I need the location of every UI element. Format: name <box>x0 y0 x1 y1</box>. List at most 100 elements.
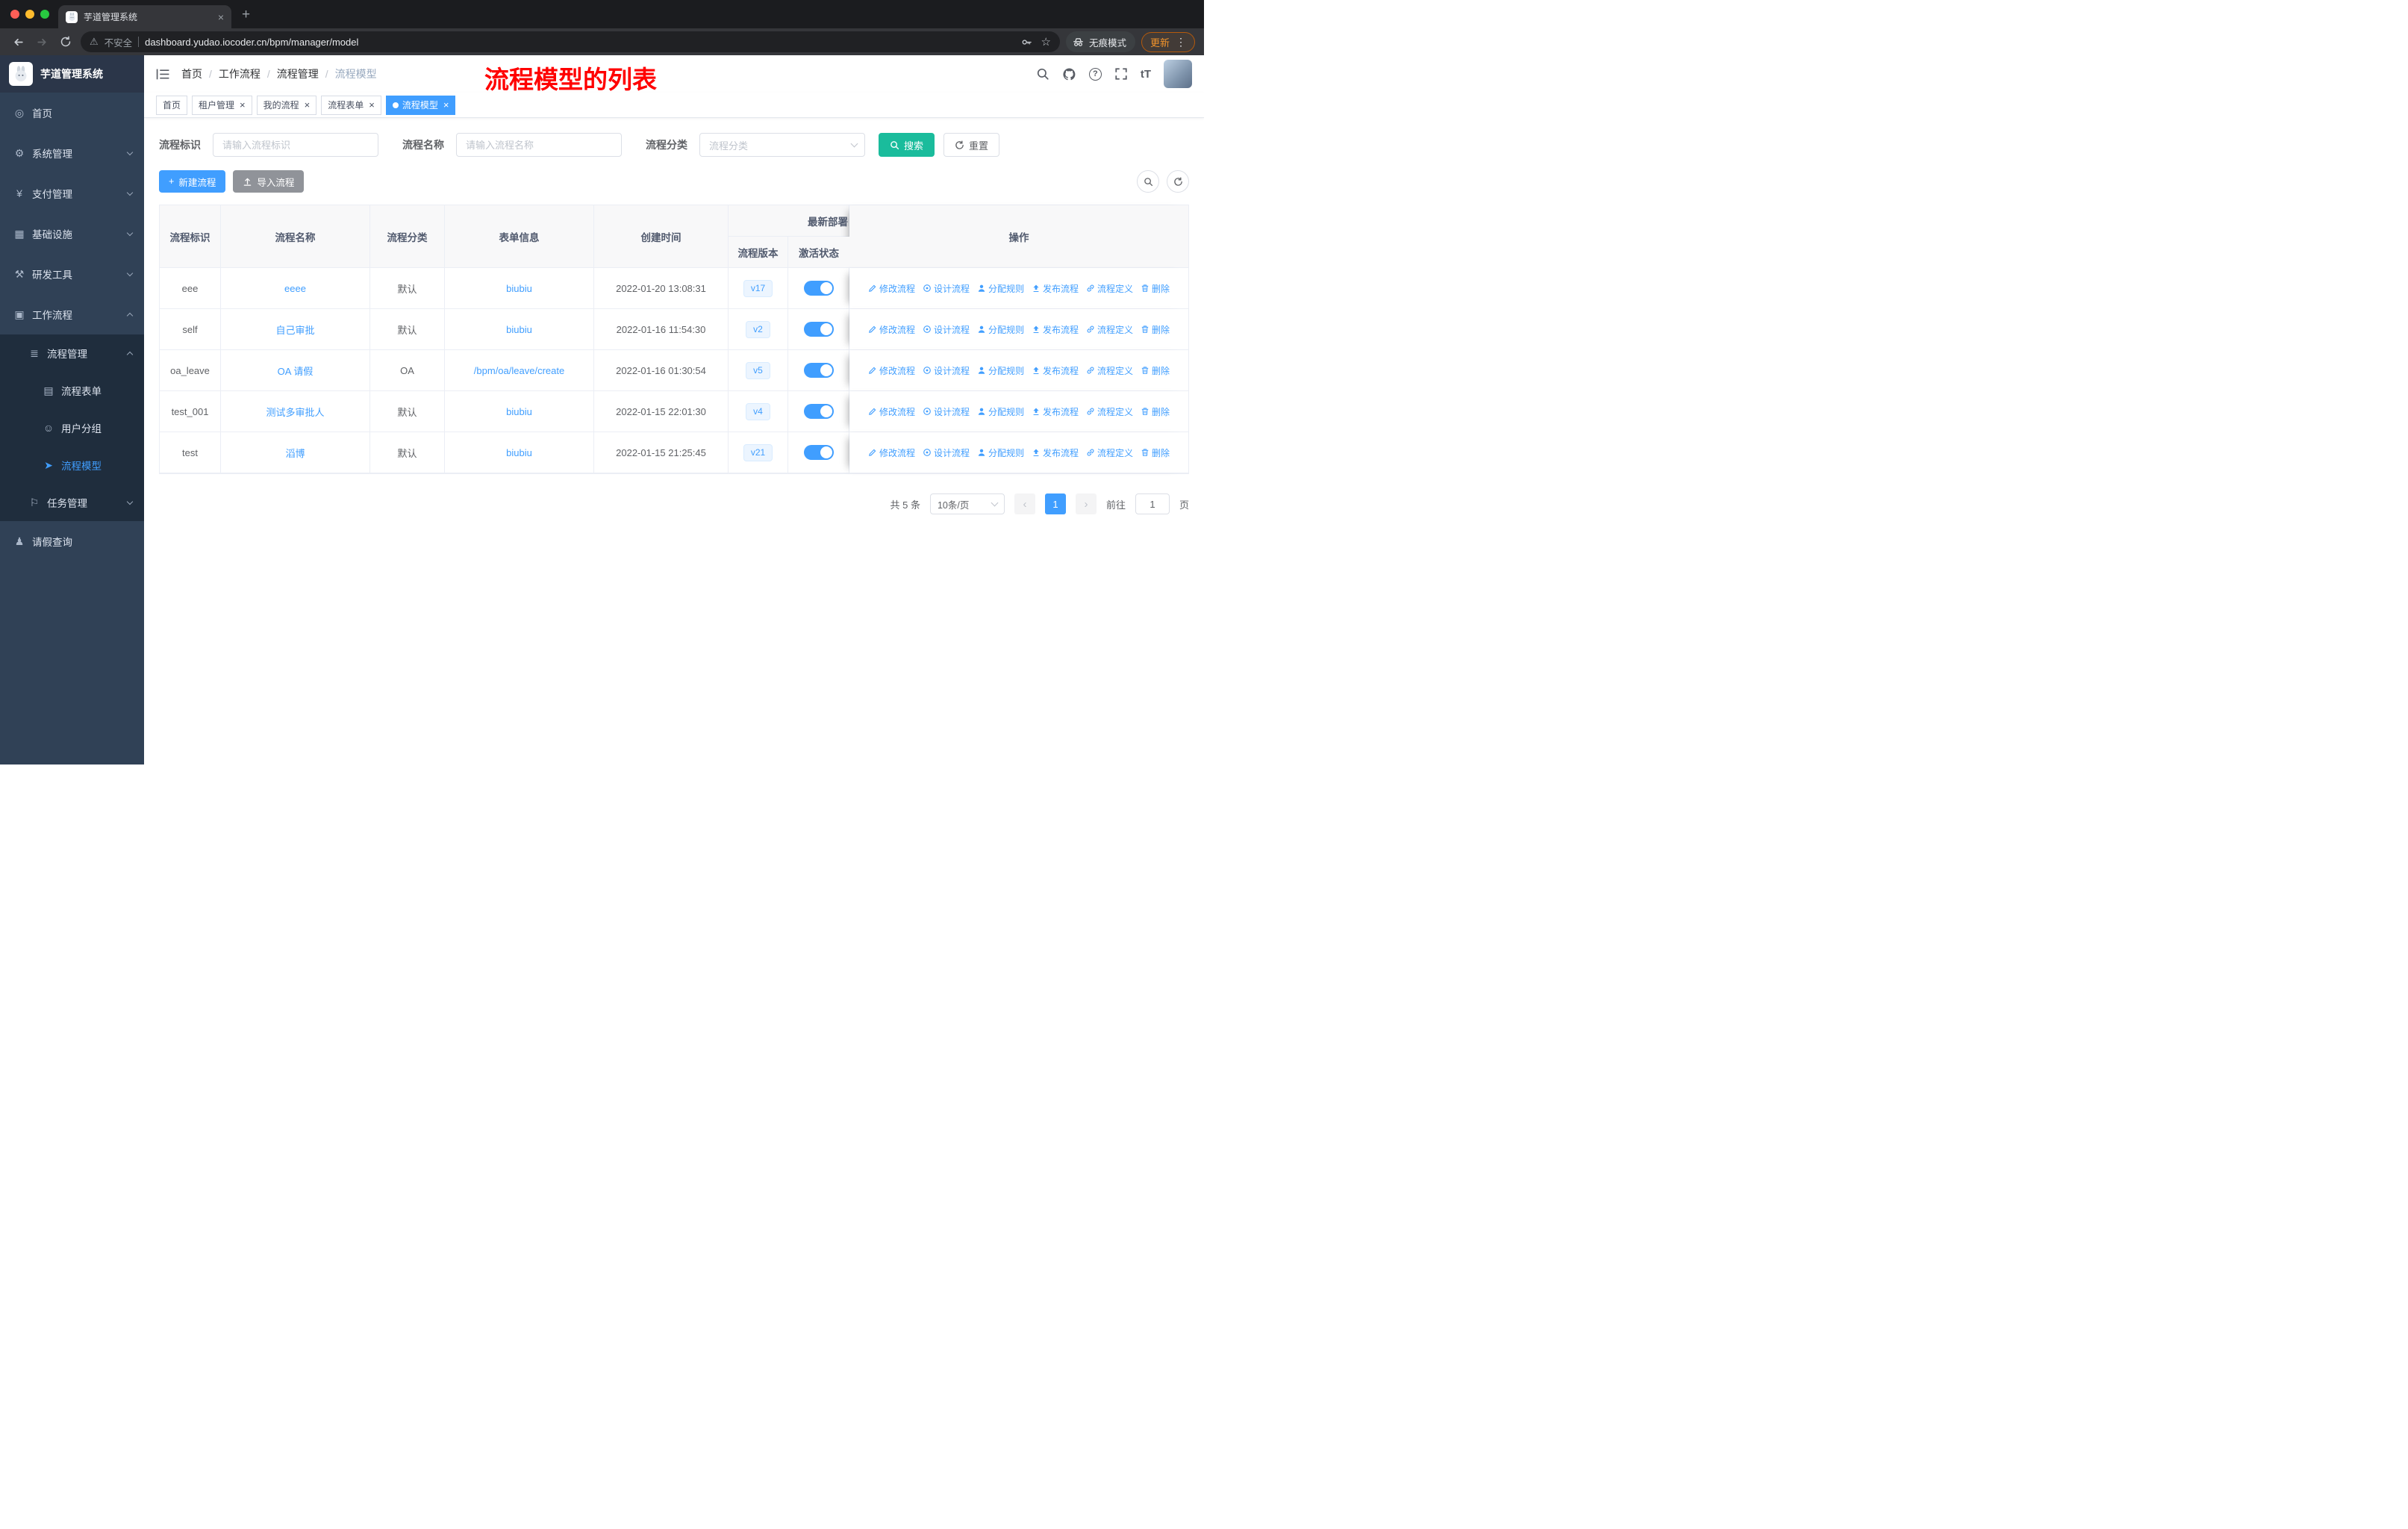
search-button[interactable]: 搜索 <box>879 133 935 157</box>
breadcrumb-item[interactable]: 流程管理 <box>277 66 319 81</box>
reset-button[interactable]: 重置 <box>943 133 1000 157</box>
import-process-button[interactable]: 导入流程 <box>233 170 305 193</box>
tab-close-icon[interactable]: × <box>218 12 224 22</box>
active-status-toggle[interactable] <box>803 445 834 460</box>
process-name-link[interactable]: 滔博 <box>285 448 305 459</box>
help-icon[interactable]: ? <box>1088 67 1102 81</box>
sidebar-item-leave-query[interactable]: ♟ 请假查询 <box>0 521 144 561</box>
sidebar-item-devtools[interactable]: ⚒ 研发工具 <box>0 254 144 294</box>
github-icon[interactable] <box>1062 67 1076 81</box>
breadcrumb-item[interactable]: 工作流程 <box>219 66 261 81</box>
active-status-toggle[interactable] <box>803 363 834 378</box>
process-name-link[interactable]: eeee <box>284 283 306 294</box>
action-modify-process[interactable]: 修改流程 <box>868 364 915 377</box>
goto-page-input[interactable] <box>1135 493 1170 514</box>
action-process-definition[interactable]: 流程定义 <box>1086 282 1133 295</box>
action-delete[interactable]: 删除 <box>1141 364 1170 377</box>
active-status-toggle[interactable] <box>803 281 834 296</box>
next-page-button[interactable]: › <box>1075 493 1097 514</box>
user-avatar[interactable] <box>1164 60 1192 88</box>
action-delete[interactable]: 删除 <box>1141 323 1170 336</box>
action-design-process[interactable]: 设计流程 <box>923 282 970 295</box>
update-button[interactable]: 更新 ⋮ <box>1141 31 1195 52</box>
sidebar-item-system[interactable]: ⚙ 系统管理 <box>0 133 144 173</box>
tag-close-icon[interactable]: × <box>240 100 246 110</box>
view-tag-流程表单[interactable]: 流程表单 × <box>321 95 381 115</box>
sidebar-collapse-icon[interactable] <box>156 68 170 81</box>
action-modify-process[interactable]: 修改流程 <box>868 405 915 418</box>
logo-row[interactable]: 芋道管理系统 <box>0 55 144 93</box>
page-size-select[interactable]: 10条/页 <box>929 493 1005 514</box>
action-publish-process[interactable]: 发布流程 <box>1032 364 1079 377</box>
sidebar-item-task-management[interactable]: ⚐ 任务管理 <box>0 484 144 521</box>
forward-button[interactable] <box>33 33 51 51</box>
incognito-chip[interactable]: 无痕模式 <box>1065 31 1135 52</box>
sidebar-item-payment[interactable]: ¥ 支付管理 <box>0 173 144 214</box>
reload-button[interactable] <box>57 33 75 51</box>
action-modify-process[interactable]: 修改流程 <box>868 323 915 336</box>
form-info-link[interactable]: biubiu <box>506 324 532 335</box>
maximize-window-button[interactable] <box>40 10 49 19</box>
breadcrumb-item[interactable]: 首页 <box>181 66 202 81</box>
action-design-process[interactable]: 设计流程 <box>923 323 970 336</box>
sidebar-item-process-model[interactable]: ➤ 流程模型 <box>0 446 144 484</box>
active-status-toggle[interactable] <box>803 404 834 419</box>
password-key-icon[interactable] <box>1021 37 1032 48</box>
browser-menu-kebab-icon[interactable]: ⋮ <box>1176 36 1186 49</box>
action-design-process[interactable]: 设计流程 <box>923 446 970 459</box>
action-design-process[interactable]: 设计流程 <box>923 364 970 377</box>
create-process-button[interactable]: + 新建流程 <box>159 170 226 193</box>
form-info-link[interactable]: /bpm/oa/leave/create <box>474 365 564 376</box>
back-button[interactable] <box>9 33 27 51</box>
prev-page-button[interactable]: ‹ <box>1014 493 1035 514</box>
sidebar-item-user-group[interactable]: ☺ 用户分组 <box>0 409 144 446</box>
action-publish-process[interactable]: 发布流程 <box>1032 405 1079 418</box>
category-select[interactable]: 流程分类 <box>699 133 865 157</box>
action-process-definition[interactable]: 流程定义 <box>1086 364 1133 377</box>
action-design-process[interactable]: 设计流程 <box>923 405 970 418</box>
font-size-icon[interactable]: tT <box>1141 68 1151 81</box>
close-window-button[interactable] <box>10 10 19 19</box>
action-publish-process[interactable]: 发布流程 <box>1032 446 1079 459</box>
bookmark-star-icon[interactable]: ☆ <box>1041 35 1051 49</box>
view-tag-首页[interactable]: 首页 <box>156 95 188 115</box>
view-tag-租户管理[interactable]: 租户管理 × <box>192 95 252 115</box>
new-tab-button[interactable]: + <box>242 7 250 23</box>
action-assign-rules[interactable]: 分配规则 <box>977 446 1024 459</box>
action-delete[interactable]: 删除 <box>1141 446 1170 459</box>
process-name-link[interactable]: 自己审批 <box>275 325 314 336</box>
action-assign-rules[interactable]: 分配规则 <box>977 405 1024 418</box>
sidebar-item-infrastructure[interactable]: ▦ 基础设施 <box>0 214 144 254</box>
sidebar-item-process-form[interactable]: ▤ 流程表单 <box>0 372 144 409</box>
fullscreen-icon[interactable] <box>1114 67 1128 81</box>
tag-close-icon[interactable]: × <box>305 100 311 110</box>
action-process-definition[interactable]: 流程定义 <box>1086 323 1133 336</box>
action-publish-process[interactable]: 发布流程 <box>1032 323 1079 336</box>
action-process-definition[interactable]: 流程定义 <box>1086 446 1133 459</box>
form-info-link[interactable]: biubiu <box>506 447 532 458</box>
action-assign-rules[interactable]: 分配规则 <box>977 282 1024 295</box>
form-info-link[interactable]: biubiu <box>506 283 532 294</box>
view-tag-流程模型[interactable]: 流程模型 × <box>385 95 456 115</box>
sidebar-item-process-management[interactable]: ≣ 流程管理 <box>0 334 144 372</box>
process-name-link[interactable]: 测试多审批人 <box>266 407 324 418</box>
sidebar-item-home[interactable]: ◎ 首页 <box>0 93 144 133</box>
action-delete[interactable]: 删除 <box>1141 282 1170 295</box>
active-status-toggle[interactable] <box>803 322 834 337</box>
process-name-link[interactable]: OA 请假 <box>278 366 314 377</box>
refresh-table-button[interactable] <box>1167 170 1189 193</box>
process-key-input[interactable] <box>213 133 378 157</box>
action-process-definition[interactable]: 流程定义 <box>1086 405 1133 418</box>
minimize-window-button[interactable] <box>25 10 34 19</box>
browser-tab[interactable]: 芋道管理系统 × <box>58 5 231 28</box>
tag-close-icon[interactable]: × <box>369 100 375 110</box>
address-bar[interactable]: ⚠ 不安全 dashboard.yudao.iocoder.cn/bpm/man… <box>81 31 1060 52</box>
sidebar-item-workflow[interactable]: ▣ 工作流程 <box>0 294 144 334</box>
form-info-link[interactable]: biubiu <box>506 406 532 417</box>
action-modify-process[interactable]: 修改流程 <box>868 446 915 459</box>
action-delete[interactable]: 删除 <box>1141 405 1170 418</box>
process-name-input[interactable] <box>456 133 622 157</box>
action-assign-rules[interactable]: 分配规则 <box>977 323 1024 336</box>
search-icon[interactable] <box>1036 67 1049 81</box>
action-assign-rules[interactable]: 分配规则 <box>977 364 1024 377</box>
